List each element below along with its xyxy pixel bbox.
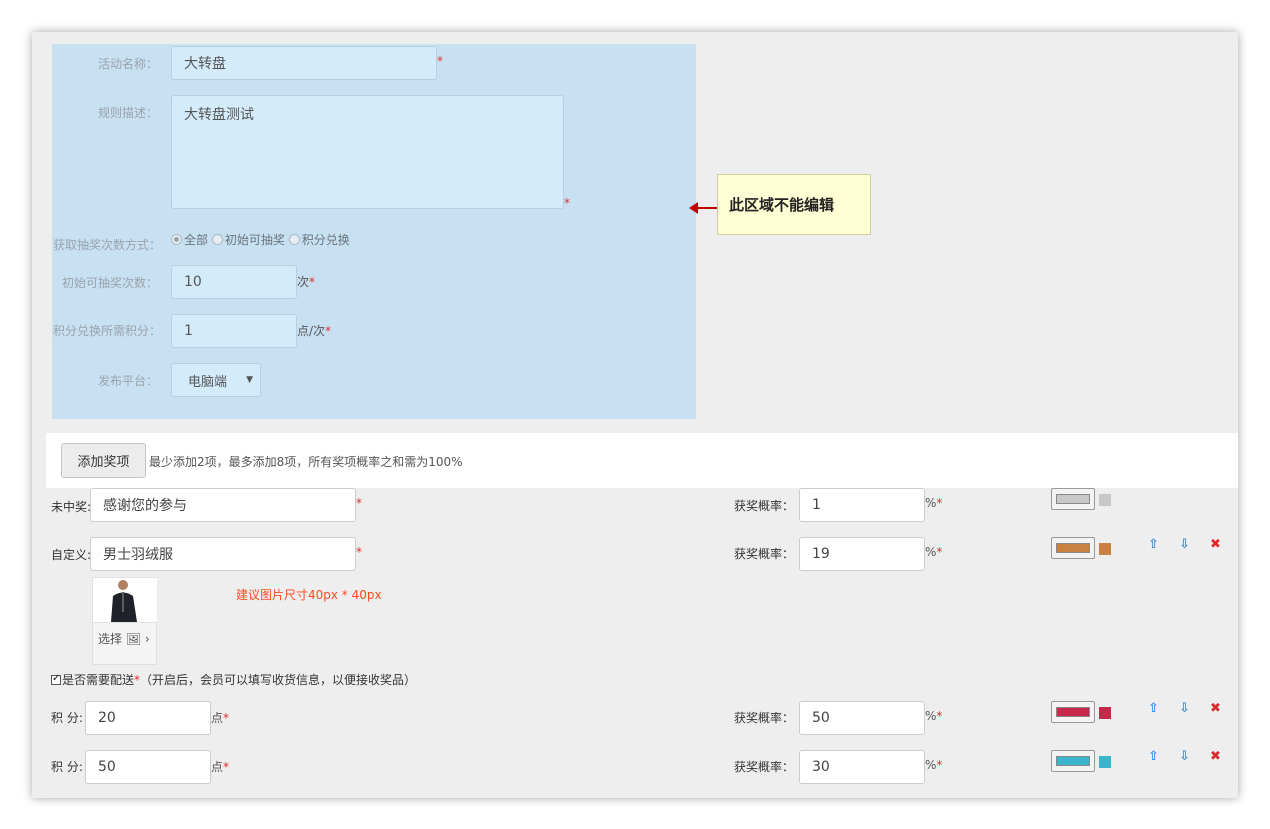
chevron-right-icon: › [144, 632, 150, 646]
radio-points-label: 积分兑换 [301, 233, 350, 247]
image-size-hint: 建议图片尺寸40px * 40px [236, 588, 382, 602]
points-input[interactable]: 50 [85, 750, 211, 784]
percent-unit: %* [925, 758, 943, 772]
required-mark: * [437, 54, 443, 68]
rule-desc-textarea[interactable]: 大转盘测试 [171, 95, 564, 209]
color-picker[interactable] [1051, 537, 1095, 559]
jacket-image-icon [111, 580, 137, 622]
color-square [1099, 756, 1111, 768]
delete-icon[interactable]: ✖ [1210, 702, 1221, 716]
delivery-option: 是否需要配送*（开启后，会员可以填写收货信息，以便接收奖品） [51, 671, 416, 688]
arrow-head-icon [689, 202, 698, 214]
picture-icon: 🖼 [125, 632, 142, 646]
delivery-note: （开启后，会员可以填写收货信息，以便接收奖品） [140, 673, 417, 687]
move-up-icon[interactable]: ⇧ [1148, 702, 1159, 716]
initial-count-input[interactable]: 10 [171, 265, 297, 299]
points-required-input[interactable]: 1 [171, 314, 297, 348]
color-bar [1056, 707, 1090, 717]
color-picker[interactable] [1051, 488, 1095, 510]
initial-count-label: 初始可抽奖次数： [61, 276, 158, 290]
delete-icon[interactable]: ✖ [1210, 538, 1221, 552]
radio-initial-label: 初始可抽奖 [224, 233, 285, 247]
radio-points[interactable] [288, 234, 300, 245]
color-picker[interactable] [1051, 750, 1095, 772]
points-required-unit: 点/次* [297, 324, 332, 338]
prize-name-input[interactable]: 感谢您的参与 [90, 488, 356, 522]
prob-input[interactable]: 1 [799, 488, 925, 522]
percent-unit: %* [925, 545, 943, 559]
prize-name-input[interactable]: 男士羽绒服 [90, 537, 356, 571]
prize-label: 自定义: [51, 548, 92, 562]
platform-label: 发布平台： [97, 374, 158, 388]
initial-count-unit: 次* [297, 275, 316, 289]
add-prize-bar: 添加奖项 最少添加2项，最多添加8项，所有奖项概率之和需为100% [46, 433, 1238, 488]
activity-name-input[interactable]: 大转盘 [171, 46, 437, 80]
rule-desc-label: 规则描述： [97, 106, 158, 120]
color-picker[interactable] [1051, 701, 1095, 723]
percent-unit: %* [925, 496, 943, 510]
prob-label: 获奖概率： [734, 711, 795, 725]
points-unit: 点* [211, 760, 230, 774]
platform-select[interactable]: 电脑端 ▼ [171, 363, 261, 397]
choose-image-button[interactable]: 选择 🖼 › [98, 630, 150, 647]
color-bar [1056, 756, 1090, 766]
points-unit: 点* [211, 711, 230, 725]
prob-label: 获奖概率： [734, 499, 795, 513]
prize-label: 积 分: [51, 760, 83, 774]
points-input[interactable]: 20 [85, 701, 211, 735]
prize-label: 积 分: [51, 711, 83, 725]
choose-label: 选择 [98, 632, 123, 646]
prob-label: 获奖概率： [734, 547, 795, 561]
prize-image [93, 578, 157, 623]
not-editable-tooltip: 此区域不能编辑 [717, 174, 871, 235]
locked-form-area: 活动名称： 大转盘 * 规则描述： 大转盘测试 * 获取抽奖次数方式： 全部 初… [52, 44, 696, 419]
color-square [1099, 494, 1111, 506]
radio-all-label: 全部 [184, 233, 209, 247]
required-mark: * [356, 545, 362, 559]
move-up-icon[interactable]: ⇧ [1148, 538, 1159, 552]
color-bar [1056, 543, 1090, 553]
move-down-icon[interactable]: ⇩ [1179, 702, 1190, 716]
prize-settings-panel: 活动名称： 大转盘 * 规则描述： 大转盘测试 * 获取抽奖次数方式： 全部 初… [32, 32, 1238, 798]
add-prize-button[interactable]: 添加奖项 [61, 443, 146, 478]
required-mark: * [564, 196, 570, 210]
points-required-label: 积分兑换所需积分： [53, 324, 162, 338]
color-square [1099, 543, 1111, 555]
draw-mode-label: 获取抽奖次数方式： [53, 238, 162, 252]
prob-label: 获奖概率： [734, 760, 795, 774]
arrow-left-icon [695, 207, 717, 209]
prob-input[interactable]: 50 [799, 701, 925, 735]
activity-name-label: 活动名称： [97, 57, 158, 71]
prob-input[interactable]: 30 [799, 750, 925, 784]
percent-unit: %* [925, 709, 943, 723]
prob-input[interactable]: 19 [799, 537, 925, 571]
caret-down-icon: ▼ [246, 375, 253, 385]
move-down-icon[interactable]: ⇩ [1179, 750, 1190, 764]
color-square [1099, 707, 1111, 719]
color-bar [1056, 494, 1090, 504]
required-mark: * [356, 496, 362, 510]
delete-icon[interactable]: ✖ [1210, 750, 1221, 764]
move-down-icon[interactable]: ⇩ [1179, 538, 1190, 552]
move-up-icon[interactable]: ⇧ [1148, 750, 1159, 764]
radio-initial[interactable] [211, 234, 223, 245]
add-prize-hint: 最少添加2项，最多添加8项，所有奖项概率之和需为100% [149, 455, 463, 469]
prize-image-uploader[interactable]: 选择 🖼 › [92, 577, 157, 665]
delivery-label: 是否需要配送 [62, 673, 135, 687]
radio-all[interactable] [171, 234, 182, 245]
delivery-checkbox[interactable] [51, 673, 61, 685]
prize-label: 未中奖: [51, 500, 92, 514]
draw-mode-radios: 全部 初始可抽奖 积分兑换 [171, 231, 350, 248]
platform-select-value: 电脑端 [188, 374, 228, 390]
